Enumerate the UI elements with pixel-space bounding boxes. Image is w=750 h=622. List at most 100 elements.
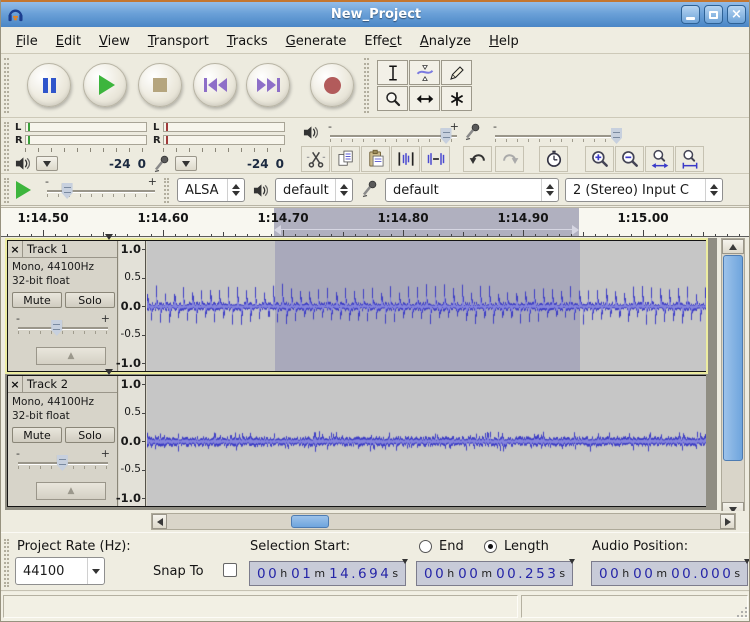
- sync-lock-button[interactable]: [539, 146, 568, 172]
- maximize-button[interactable]: [704, 5, 723, 24]
- input-volume-slider[interactable]: -: [493, 123, 619, 147]
- playback-meter[interactable]: L R -240: [15, 121, 149, 173]
- draw-tool-button[interactable]: [441, 60, 472, 85]
- radio-end[interactable]: [419, 540, 432, 553]
- time-shift-tool-button[interactable]: [409, 86, 440, 111]
- menu-generate[interactable]: Generate: [277, 32, 356, 51]
- minimize-button[interactable]: [681, 5, 700, 24]
- radio-length[interactable]: [484, 540, 497, 553]
- snap-to-checkbox[interactable]: [223, 563, 237, 577]
- menu-effect[interactable]: Effect: [355, 32, 410, 51]
- timeline-ruler[interactable]: 1:14.501:14.601:14.701:14.801:14.901:15.…: [1, 207, 750, 237]
- menu-file[interactable]: File: [7, 32, 47, 51]
- output-volume-slider[interactable]: - +: [328, 123, 459, 147]
- record-button[interactable]: [310, 63, 354, 107]
- field-menu-arrow-icon[interactable]: [569, 564, 575, 583]
- seconds-value[interactable]: 00.253: [496, 566, 558, 582]
- menu-analyze[interactable]: Analyze: [411, 32, 480, 51]
- horizontal-scroll-thumb[interactable]: [291, 515, 329, 528]
- track-menu-button[interactable]: [105, 240, 117, 259]
- hours-value[interactable]: 00: [599, 566, 621, 582]
- menu-view[interactable]: View: [90, 32, 139, 51]
- recording-channels-select[interactable]: 2 (Stereo) Input C: [565, 178, 723, 202]
- track-collapse-button[interactable]: ▲: [36, 347, 106, 365]
- stop-button[interactable]: [138, 63, 182, 107]
- track-1-waveform-area[interactable]: [147, 241, 706, 371]
- seconds-value[interactable]: 14.694: [329, 566, 391, 582]
- play-button[interactable]: [83, 63, 127, 107]
- cut-button[interactable]: [301, 146, 330, 172]
- copy-button[interactable]: [331, 146, 360, 172]
- solo-button[interactable]: Solo: [65, 292, 115, 308]
- menu-tracks[interactable]: Tracks: [218, 32, 277, 51]
- project-rate-select[interactable]: 44100: [15, 557, 105, 585]
- audio-host-select[interactable]: ALSA: [177, 178, 245, 202]
- zoom-out-button[interactable]: [615, 146, 644, 172]
- menu-edit[interactable]: Edit: [47, 32, 90, 51]
- recording-meter[interactable]: L R -240: [153, 121, 287, 173]
- track-vertical-ruler[interactable]: 1.00.50.0-0.5-1.0: [119, 376, 146, 506]
- selection-start-field[interactable]: 00h 01m 14.694s: [249, 561, 406, 586]
- track-close-button[interactable]: ×: [8, 241, 23, 257]
- zoom-tool-button[interactable]: [377, 86, 408, 111]
- seconds-value[interactable]: 00.000: [671, 566, 733, 582]
- track-2-waveform-area[interactable]: [147, 376, 706, 506]
- track-2[interactable]: × Track 2 Mono, 44100Hz 32-bit float Mut…: [7, 375, 706, 507]
- redo-button[interactable]: [495, 146, 524, 172]
- zoom-in-button[interactable]: [585, 146, 614, 172]
- track-name[interactable]: Track 1: [23, 242, 105, 256]
- envelope-tool-button[interactable]: [409, 60, 440, 85]
- silence-audio-button[interactable]: [421, 146, 450, 172]
- toolbar-grip[interactable]: [4, 539, 9, 587]
- playback-speed-slider[interactable]: - +: [45, 178, 157, 202]
- recording-device-select[interactable]: default: [385, 178, 559, 202]
- track-close-button[interactable]: ×: [8, 376, 23, 392]
- selection-tool-button[interactable]: [377, 60, 408, 85]
- playback-meter-menu-button[interactable]: [36, 156, 58, 171]
- recording-meter-menu-button[interactable]: [175, 156, 197, 171]
- track-menu-button[interactable]: [105, 375, 117, 394]
- toolbar-grip[interactable]: [4, 178, 9, 203]
- track-vertical-ruler[interactable]: 1.00.50.0-0.5-1.0: [119, 241, 146, 371]
- vertical-scroll-thumb[interactable]: [723, 255, 743, 461]
- menu-help[interactable]: Help: [480, 32, 528, 51]
- hours-value[interactable]: 00: [257, 566, 279, 582]
- toolbar-grip[interactable]: [164, 178, 169, 203]
- track-name[interactable]: Track 2: [23, 377, 105, 391]
- paste-button[interactable]: [361, 146, 390, 172]
- solo-button[interactable]: Solo: [65, 427, 115, 443]
- selection-length-field[interactable]: 00h 00m 00.253s: [416, 561, 573, 586]
- undo-button[interactable]: [463, 146, 492, 172]
- playback-device-select[interactable]: default: [275, 178, 353, 202]
- field-menu-arrow-icon[interactable]: [744, 564, 750, 583]
- scroll-left-button[interactable]: [152, 514, 167, 529]
- track-gain-slider[interactable]: - +: [16, 315, 110, 341]
- mute-button[interactable]: Mute: [12, 292, 62, 308]
- scroll-right-button[interactable]: [720, 514, 735, 529]
- toolbar-grip[interactable]: [364, 58, 369, 113]
- audio-position-field[interactable]: 00h 00m 00.000s: [591, 561, 748, 586]
- toolbar-grip[interactable]: [4, 122, 9, 171]
- skip-to-end-button[interactable]: [246, 63, 290, 107]
- field-menu-arrow-icon[interactable]: [402, 564, 408, 583]
- trim-audio-button[interactable]: [391, 146, 420, 172]
- toolbar-grip[interactable]: [4, 58, 9, 113]
- track-collapse-button[interactable]: ▲: [36, 482, 106, 500]
- vertical-scrollbar[interactable]: [721, 238, 745, 518]
- play-at-speed-button[interactable]: [16, 181, 31, 199]
- multi-tool-button[interactable]: [441, 86, 472, 111]
- fit-project-button[interactable]: [675, 146, 704, 172]
- close-button[interactable]: ×: [727, 5, 746, 24]
- minutes-value[interactable]: 01: [291, 566, 313, 582]
- menu-transport[interactable]: Transport: [139, 32, 218, 51]
- skip-to-start-button[interactable]: [193, 63, 237, 107]
- scroll-up-button[interactable]: [722, 239, 744, 254]
- track-1[interactable]: × Track 1 Mono, 44100Hz 32-bit float Mut…: [7, 240, 706, 372]
- horizontal-scrollbar[interactable]: [151, 513, 736, 530]
- pause-button[interactable]: [27, 63, 71, 107]
- window-resize-grip[interactable]: [736, 606, 748, 618]
- titlebar[interactable]: New_Project ×: [1, 0, 750, 27]
- minutes-value[interactable]: 00: [458, 566, 480, 582]
- mute-button[interactable]: Mute: [12, 427, 62, 443]
- hours-value[interactable]: 00: [424, 566, 446, 582]
